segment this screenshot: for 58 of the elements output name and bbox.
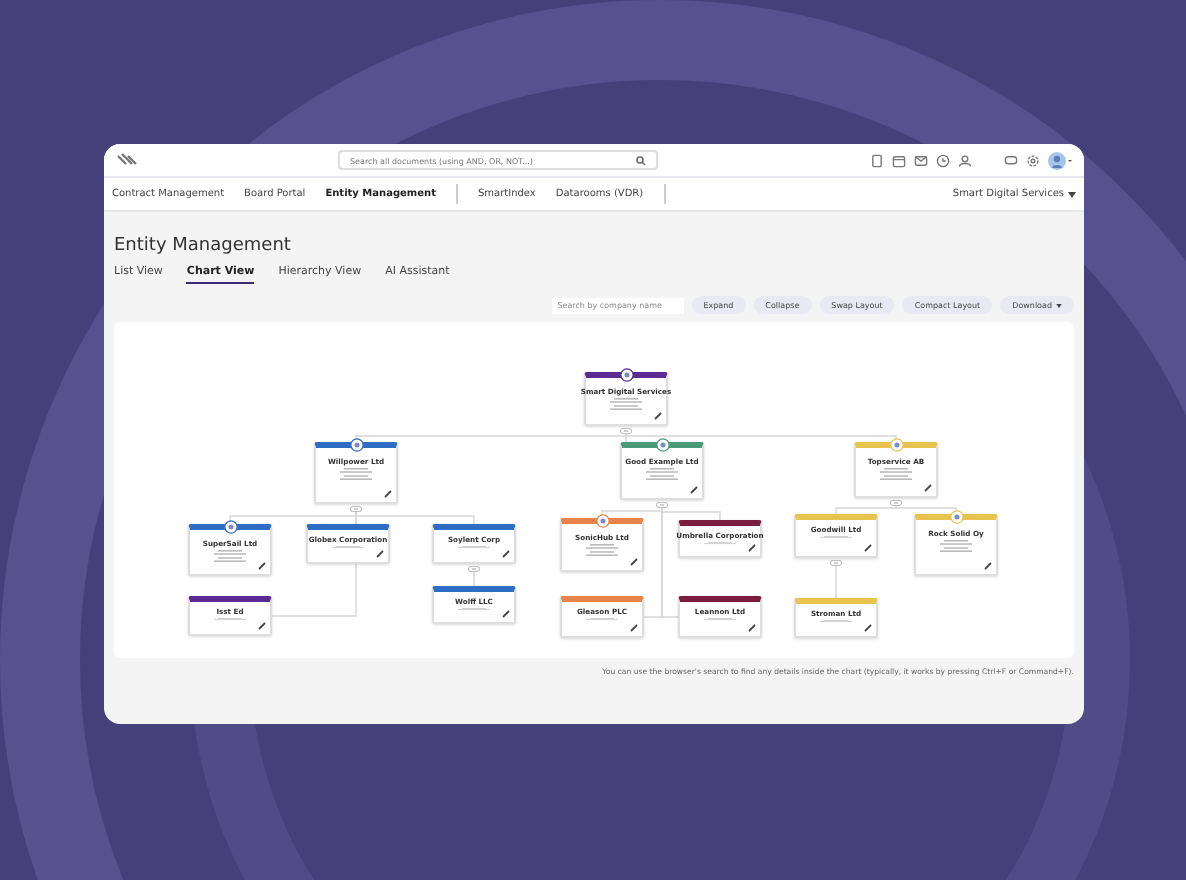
details-text-drawing	[454, 546, 494, 553]
settings-icon[interactable]	[1026, 153, 1040, 167]
edit-icon[interactable]	[864, 544, 872, 552]
collapse-toggle-icon[interactable]	[468, 566, 480, 572]
collapse-toggle-icon[interactable]	[830, 560, 842, 566]
edit-icon[interactable]	[258, 562, 266, 570]
people-icon[interactable]	[958, 153, 972, 167]
chat-icon[interactable]	[1004, 153, 1018, 167]
edit-icon[interactable]	[376, 550, 384, 558]
company-logo-icon	[656, 438, 670, 452]
details-text-drawing	[454, 608, 494, 615]
edit-icon[interactable]	[502, 550, 510, 558]
search-icon	[636, 155, 646, 165]
mail-icon[interactable]	[914, 153, 928, 167]
company-logo-icon	[596, 514, 610, 528]
collapse-toggle-icon[interactable]	[620, 428, 632, 434]
details-text-drawing	[210, 618, 250, 625]
details-text-drawing	[700, 542, 740, 549]
avatar-icon[interactable]	[1048, 151, 1072, 169]
company-logo-icon	[620, 368, 634, 382]
edit-icon[interactable]	[258, 622, 266, 630]
details-text-drawing	[582, 618, 622, 625]
edit-icon[interactable]	[384, 490, 392, 498]
collapse-toggle-icon[interactable]	[656, 502, 668, 508]
document-icon[interactable]	[870, 153, 884, 167]
details-text-drawing	[336, 468, 376, 483]
calendar-icon[interactable]	[892, 153, 906, 167]
edit-icon[interactable]	[748, 544, 756, 552]
details-text-drawing	[876, 468, 916, 483]
edit-icon[interactable]	[654, 412, 662, 420]
edit-icon[interactable]	[502, 610, 510, 618]
company-logo-icon	[350, 438, 364, 452]
edit-icon[interactable]	[630, 558, 638, 566]
company-logo-icon	[890, 438, 904, 452]
details-text-drawing	[582, 544, 622, 559]
caret-icon	[1056, 303, 1062, 308]
details-text-drawing	[816, 620, 856, 627]
edit-icon[interactable]	[864, 624, 872, 632]
details-text-drawing	[210, 550, 250, 565]
edit-icon[interactable]	[748, 624, 756, 632]
edit-icon[interactable]	[630, 624, 638, 632]
edit-icon[interactable]	[690, 486, 698, 494]
details-text-drawing	[816, 536, 856, 543]
company-logo-icon	[950, 510, 964, 524]
details-text-drawing	[606, 398, 646, 413]
details-text-drawing	[700, 618, 740, 625]
details-text-drawing	[642, 468, 682, 483]
collapse-toggle-icon[interactable]	[350, 506, 362, 512]
details-text-drawing	[328, 546, 368, 553]
page-title: Entity Management	[114, 236, 293, 256]
edit-icon[interactable]	[984, 562, 992, 570]
company-logo-icon	[224, 520, 238, 534]
clock-icon[interactable]	[936, 153, 950, 167]
logo-icon	[116, 152, 138, 168]
edit-icon[interactable]	[924, 484, 932, 492]
details-text-drawing	[936, 540, 976, 555]
collapse-toggle-icon[interactable]	[890, 500, 902, 506]
caret-icon	[1068, 191, 1076, 197]
